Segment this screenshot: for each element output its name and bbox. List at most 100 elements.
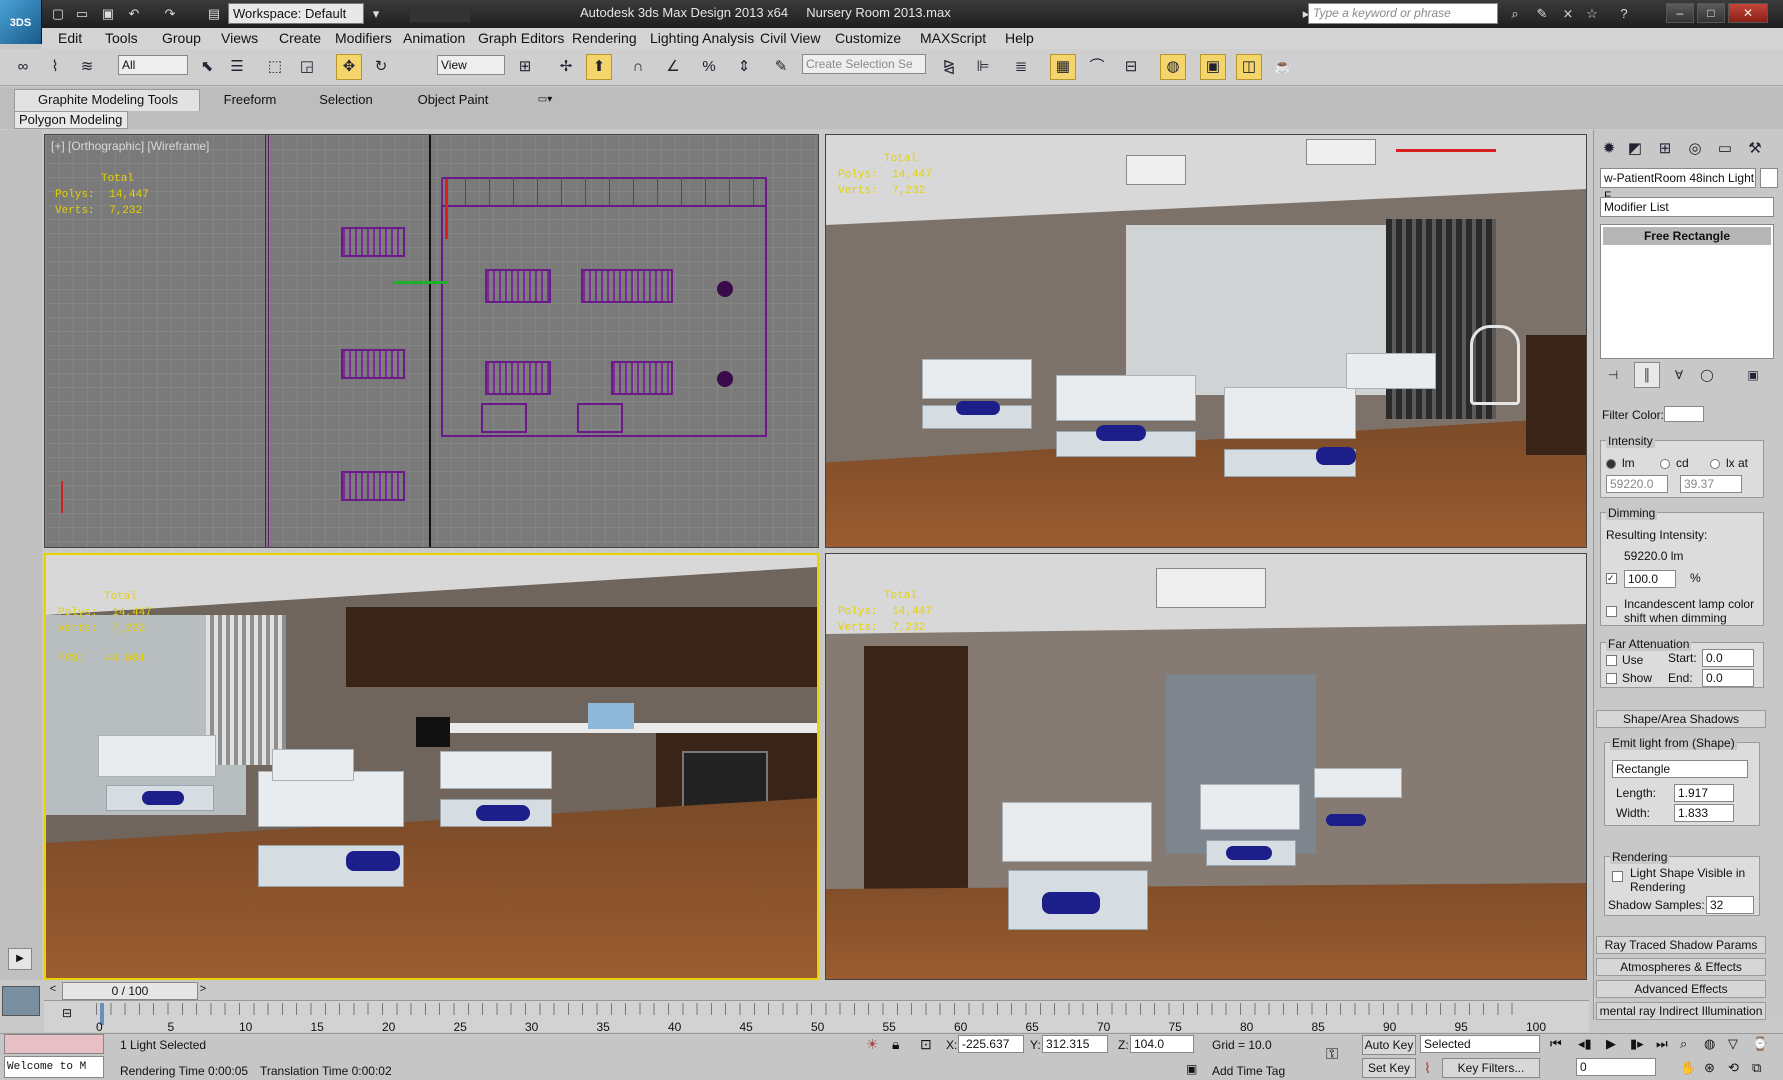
unit-cd-radio[interactable] (1660, 459, 1670, 469)
menu-tools[interactable]: Tools (105, 28, 138, 49)
close-button[interactable]: ✕ (1728, 3, 1768, 23)
edit-named-selection-icon[interactable]: ✎ (768, 54, 794, 80)
distance-value-input[interactable]: 39.37 (1680, 475, 1742, 493)
binoculars-icon[interactable]: ⌕ (1505, 5, 1525, 23)
add-time-tag[interactable]: Add Time Tag (1212, 1064, 1285, 1078)
show-end-result-icon[interactable]: ║ (1634, 362, 1660, 388)
create-tab-icon[interactable]: ✹ (1596, 136, 1622, 162)
lock-selection-icon[interactable]: 🔒︎ (892, 1036, 899, 1053)
length-input[interactable]: 1.917 (1674, 784, 1734, 802)
zoom-icon[interactable]: ⌕ (1680, 1036, 1687, 1052)
rectangular-selection-icon[interactable]: ⬚ (262, 54, 288, 80)
dimming-checkbox[interactable]: ✓ (1606, 573, 1617, 584)
polygon-modeling-panel[interactable]: Polygon Modeling (14, 111, 128, 129)
menu-animation[interactable]: Animation (403, 28, 465, 49)
app-logo-button[interactable]: 3DS (0, 0, 42, 44)
viewport-camera001[interactable]: [+] [Camera001] [Shaded] Total Polys: 14… (825, 134, 1587, 548)
x-coordinate-input[interactable]: -225.637 (958, 1035, 1024, 1053)
orbit-icon[interactable]: ◍ (1704, 1036, 1715, 1052)
maximize-button[interactable]: □ (1697, 3, 1725, 23)
help-icon[interactable]: ? (1614, 5, 1634, 23)
expand-panel-arrow-icon[interactable]: ▶ (8, 948, 32, 970)
gizmo-x-axis[interactable] (393, 281, 447, 284)
viewport-orthographic[interactable]: [+] [Orthographic] [Wireframe] Total Pol… (44, 134, 819, 548)
viewport-camera003[interactable]: [+] [Camera003] [Shaded] Total Polys: 14… (44, 553, 819, 980)
auto-key-button[interactable]: Auto Key (1362, 1035, 1416, 1055)
previous-frame-icon[interactable]: ◂▮ (1578, 1036, 1592, 1052)
curve-editor-icon[interactable]: ⌒ (1084, 54, 1110, 80)
menu-graph-editors[interactable]: Graph Editors (478, 28, 564, 49)
menu-maxscript[interactable]: MAXScript (920, 28, 986, 49)
time-prev-arrow-icon[interactable]: < (46, 983, 60, 999)
tab-freeform[interactable]: Freeform (210, 90, 290, 110)
save-icon[interactable]: ▣ (98, 5, 118, 23)
align-icon[interactable]: ⊫ (970, 54, 996, 80)
hierarchy-tab-icon[interactable]: ⊞ (1652, 136, 1678, 162)
rollout-atmospheres-effects[interactable]: Atmospheres & Effects (1596, 958, 1766, 976)
viewport-layout-icon[interactable] (2, 986, 40, 1016)
tab-graphite-modeling-tools[interactable]: Graphite Modeling Tools (20, 90, 196, 110)
z-coordinate-input[interactable]: 104.0 (1130, 1035, 1194, 1053)
viewport-camera002[interactable]: [+] [Camera002] [Shaded] Total Polys: 14… (825, 553, 1587, 980)
spinner-snap-icon[interactable]: ⇕ (731, 54, 757, 80)
dim-percent-input[interactable]: 100.0 (1624, 570, 1676, 588)
link-icon[interactable]: ∞ (10, 54, 36, 80)
rendered-frame-window-icon[interactable]: ◫ (1236, 54, 1262, 80)
maxscript-listener-pink[interactable] (4, 1034, 104, 1054)
gizmo-y-axis[interactable] (445, 179, 448, 239)
new-file-icon[interactable]: ▢ (48, 5, 68, 23)
tab-object-paint[interactable]: Object Paint (408, 90, 498, 110)
make-unique-icon[interactable]: ∀ (1666, 362, 1692, 388)
maximize-viewport-icon[interactable]: ⧉ (1752, 1060, 1761, 1076)
incandescent-checkbox[interactable] (1606, 606, 1617, 617)
key-filter-icon[interactable]: ⌇ (1424, 1060, 1431, 1077)
remove-modifier-icon[interactable]: ◯ (1694, 362, 1720, 388)
intensity-value-input[interactable]: 59220.0 (1606, 475, 1668, 493)
far-start-input[interactable]: 0.0 (1702, 649, 1754, 667)
go-to-start-icon[interactable]: ⏮ (1550, 1036, 1562, 1052)
stack-item-free-rectangle[interactable]: Free Rectangle (1603, 227, 1771, 245)
mirror-icon[interactable]: ⧎ (936, 54, 962, 80)
time-slider-thumb[interactable]: 0 / 100 (62, 982, 198, 1000)
y-coordinate-input[interactable]: 312.315 (1042, 1035, 1108, 1053)
absolute-mode-icon[interactable]: ⊡ (920, 1036, 932, 1053)
layer-manager-icon[interactable]: ≣ (1008, 54, 1034, 80)
shape-type-dropdown[interactable]: Rectangle (1612, 760, 1748, 778)
unit-lx-radio[interactable] (1710, 459, 1720, 469)
rollout-ray-traced-shadow-params[interactable]: Ray Traced Shadow Params (1596, 936, 1766, 954)
key-filters-button[interactable]: Key Filters... (1442, 1058, 1540, 1078)
menu-civil-view[interactable]: Civil View (760, 28, 820, 49)
key-icon[interactable]: ⚿ (1326, 1046, 1338, 1064)
favorites-star-icon[interactable]: ☆ (1582, 5, 1602, 23)
motion-tab-icon[interactable]: ◎ (1682, 136, 1708, 162)
menu-help[interactable]: Help (1005, 28, 1034, 49)
render-setup-icon[interactable]: ▣ (1200, 54, 1226, 80)
display-tab-icon[interactable]: ▭ (1712, 136, 1738, 162)
object-name-input[interactable]: w-PatientRoom 48inch Light F (1600, 168, 1756, 203)
unit-lm-radio[interactable] (1606, 459, 1616, 469)
search-input[interactable]: Type a keyword or phrase (1308, 3, 1498, 24)
width-input[interactable]: 1.833 (1674, 804, 1734, 822)
rollout-mental-ray-indirect[interactable]: mental ray Indirect Illumination (1596, 1002, 1766, 1020)
menu-modifiers[interactable]: Modifiers (335, 28, 392, 49)
modifier-list-dropdown[interactable]: Modifier List (1600, 197, 1774, 217)
menu-group[interactable]: Group (162, 28, 201, 49)
gizmo-x-axis[interactable] (1396, 149, 1496, 152)
isolate-icon[interactable]: ☀ (866, 1036, 879, 1053)
select-manipulate-icon[interactable]: ✢ (553, 54, 579, 80)
tab-selection[interactable]: Selection (306, 90, 386, 110)
modify-tab-icon[interactable]: ◩ (1622, 136, 1648, 162)
percent-snap-icon[interactable]: % (696, 54, 722, 80)
viewport-label[interactable]: [+] [Camera003] [Shaded] (52, 559, 190, 573)
roll-icon[interactable]: ⟲ (1728, 1060, 1739, 1076)
far-end-input[interactable]: 0.0 (1702, 669, 1754, 687)
selection-filter-dropdown[interactable]: All (118, 55, 188, 75)
reference-coordinate-dropdown[interactable]: View (437, 55, 505, 75)
time-slider-track[interactable] (44, 982, 1589, 1000)
shadow-samples-dropdown[interactable]: 32 (1706, 896, 1754, 914)
maxscript-listener[interactable]: Welcome to M (4, 1056, 104, 1078)
current-frame-input[interactable]: 0 (1576, 1058, 1656, 1076)
menu-edit[interactable]: Edit (58, 28, 82, 49)
viewport-label[interactable]: [+] [Camera002] [Shaded] (832, 558, 970, 572)
workspace-dropdown[interactable]: Workspace: Default (228, 3, 364, 24)
